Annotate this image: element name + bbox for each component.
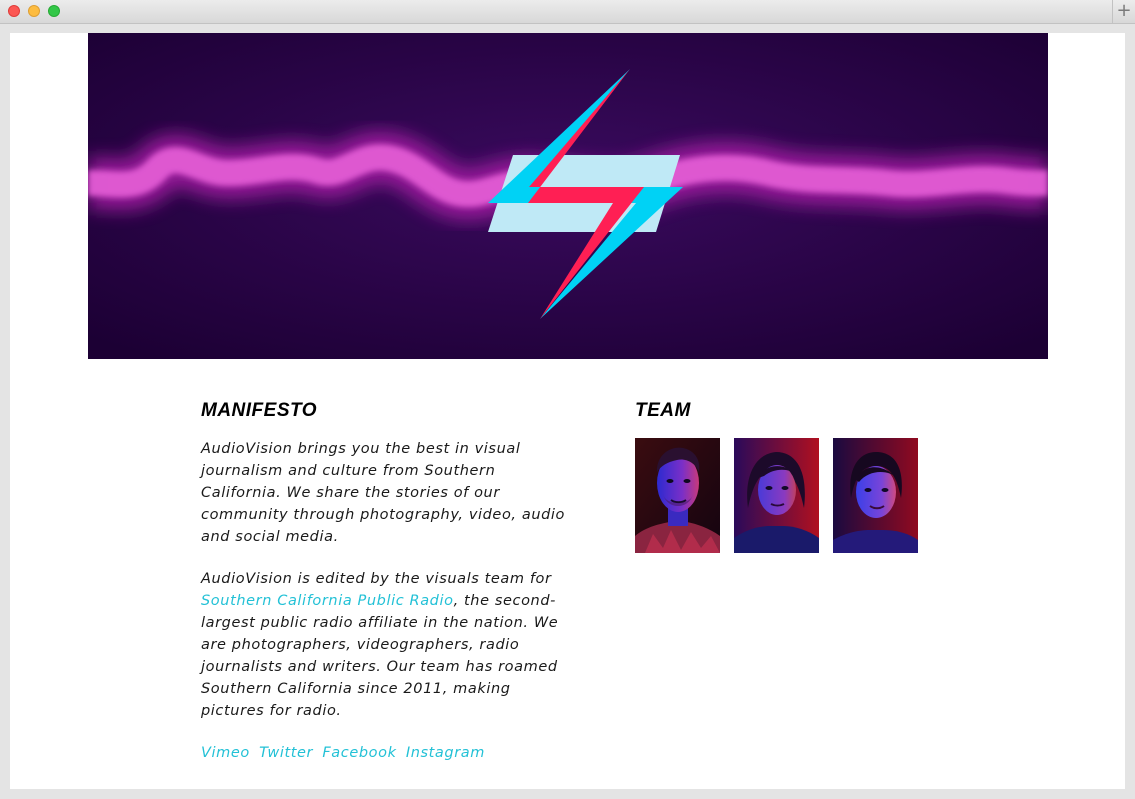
hero-banner: [88, 33, 1048, 359]
minimize-window-button[interactable]: [28, 5, 40, 17]
portrait-3: [833, 438, 918, 553]
team-photo-grid: [635, 438, 955, 553]
facebook-link[interactable]: Facebook: [322, 745, 396, 761]
manifesto-paragraph-1: AudioVision brings you the best in visua…: [201, 441, 566, 545]
window-titlebar: +: [0, 0, 1135, 24]
team-member-photo-2[interactable]: [734, 438, 819, 553]
vimeo-link[interactable]: Vimeo: [201, 745, 250, 761]
instagram-link[interactable]: Instagram: [406, 745, 485, 761]
manifesto-heading: MANIFESTO: [201, 400, 318, 421]
manifesto-paragraph-2: AudioVision is edited by the visuals tea…: [201, 568, 571, 722]
page-content: MANIFESTO AudioVision brings you the bes…: [10, 33, 1125, 789]
portrait-1: [635, 438, 720, 553]
team-member-photo-1[interactable]: [635, 438, 720, 553]
zoom-window-button[interactable]: [48, 5, 60, 17]
scpr-link[interactable]: Southern California Public Radio: [201, 593, 454, 609]
paragraph-2-rest: , the second-largest public radio affili…: [201, 593, 559, 719]
team-section: TEAM: [635, 399, 955, 553]
team-heading: TEAM: [635, 400, 691, 421]
portrait-2: [734, 438, 819, 553]
manifesto-section: MANIFESTO AudioVision brings you the bes…: [201, 399, 571, 784]
close-window-button[interactable]: [8, 5, 20, 17]
new-tab-button[interactable]: +: [1112, 0, 1135, 23]
hero-image: [88, 33, 1048, 359]
team-member-photo-3[interactable]: [833, 438, 918, 553]
paragraph-2-intro: AudioVision is edited by the visuals tea…: [201, 571, 552, 587]
social-links: Vimeo Twitter Facebook Instagram: [201, 742, 571, 764]
plus-icon: +: [1116, 0, 1132, 21]
twitter-link[interactable]: Twitter: [259, 745, 313, 761]
